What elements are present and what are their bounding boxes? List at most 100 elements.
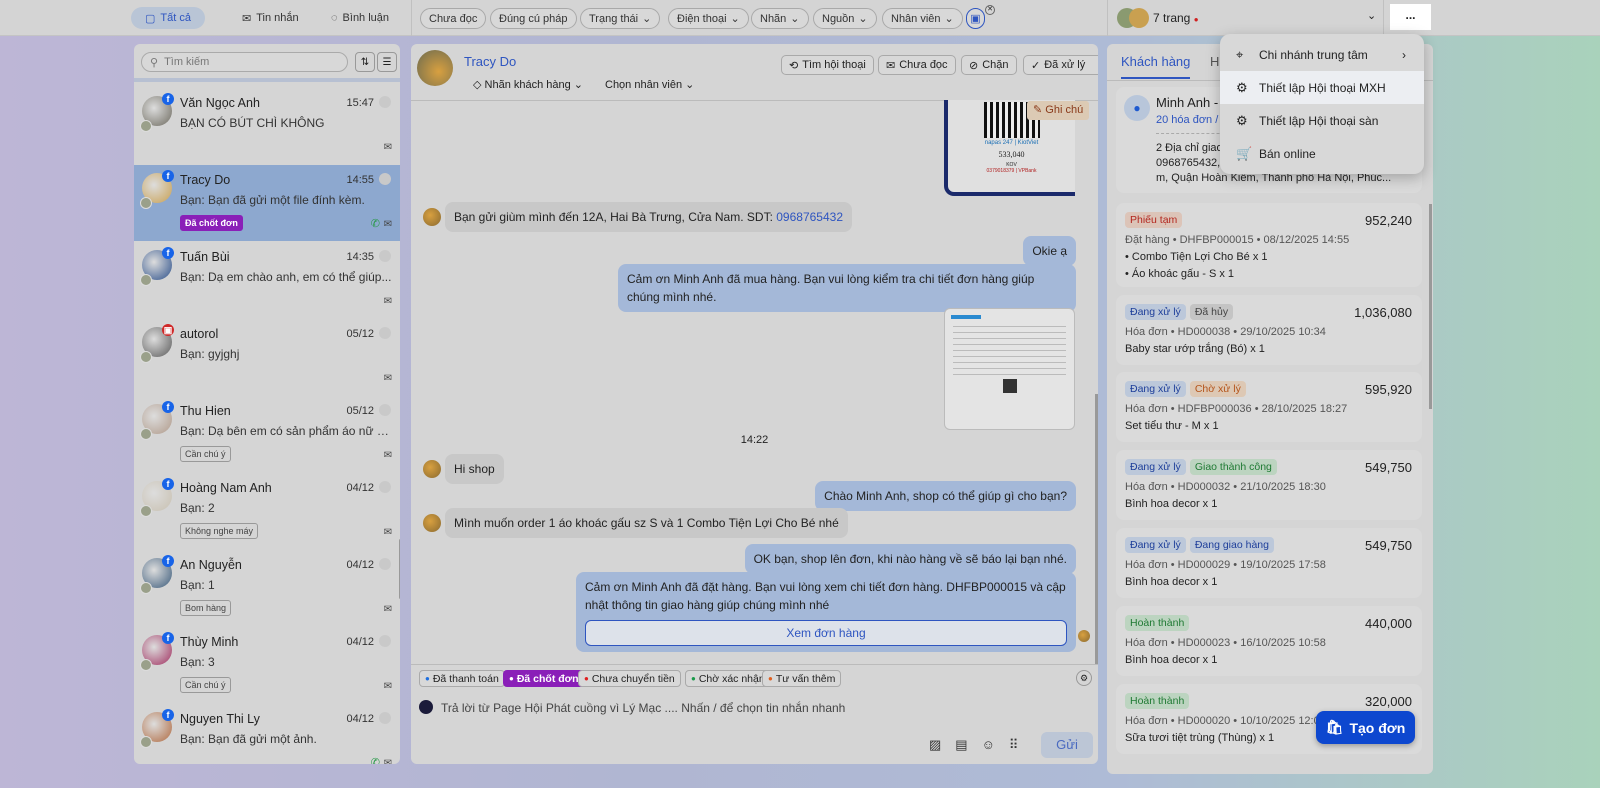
status-badge: Đang xử lý (1125, 537, 1186, 553)
filter-chip[interactable]: Nhân viên ⌄ (882, 8, 963, 29)
invoice-count[interactable]: 20 hóa đơn / (1156, 114, 1218, 126)
status-badge: Hoàn thành (1125, 693, 1190, 709)
search-input[interactable]: ⚲ Tìm kiếm (141, 52, 348, 72)
order-card[interactable]: Phiếu tạm 952,240 Đặt hàng • DHFBP000015 •… (1116, 203, 1422, 287)
view-order-button[interactable]: Xem đơn hàng (585, 620, 1067, 646)
quick-reply-icon[interactable]: ▤ (955, 737, 967, 753)
scrollbar[interactable] (399, 539, 400, 599)
message-preview: Bạn: Dạ bên em có sản phẩm áo nữ c... (180, 424, 392, 438)
tab-messages[interactable]: ✉ Tin nhắn (228, 7, 313, 29)
order-amount: 595,920 (1365, 382, 1412, 397)
block-button[interactable]: ⊘ Chặn (961, 55, 1017, 75)
menu-item[interactable]: ⚙ Thiết lập Hội thoại sàn (1220, 104, 1424, 137)
mark-unread-button[interactable]: ✉ Chưa đọc (878, 55, 956, 75)
scrollbar[interactable] (1429, 204, 1432, 409)
filter-chip[interactable]: Đúng cú pháp (490, 8, 577, 29)
quick-tag[interactable]: ● Chưa chuyển tiền (578, 670, 681, 687)
reply-input[interactable]: Trả lời từ Page Hội Phát cuồng vì Lý Mạc… (441, 701, 845, 715)
apps-grid-icon[interactable]: ⠿ (1009, 737, 1019, 753)
quick-tag-label: Đã chốt đơn (516, 672, 579, 685)
menu-item-label: Bán online (1259, 146, 1316, 161)
filter-chip[interactable]: Chưa đọc (420, 8, 487, 29)
filter-chip[interactable]: Điện thoại ⌄ (668, 8, 749, 29)
conversation-item[interactable]: f Nguyen Thi Ly 04/12 Bạn: Bạn đã gửi một ả… (134, 704, 400, 764)
message-preview: BẠN CÓ BÚT CHÌ KHÔNG (180, 116, 325, 130)
order-card[interactable]: Đang xử lý Chờ xử lý 595,920 Hóa đơn • HDFB… (1116, 372, 1422, 442)
chat-icon: ▢ (145, 12, 156, 25)
block-icon: ⊘ (969, 59, 979, 72)
pages-selector[interactable]: 7 trang ● (1153, 11, 1199, 25)
clear-filter-icon[interactable]: ✕ (985, 5, 995, 15)
filter-label: Nguồn (822, 12, 855, 25)
tab-all[interactable]: ▢ Tất cả (131, 7, 205, 29)
filter-list-button[interactable]: ☰ (377, 52, 397, 72)
conversation-item[interactable]: ▣ autorol 05/12 Bạn: gyjghj ✉ (134, 319, 400, 395)
create-order-button[interactable]: 🛍 Tạo đơn (1316, 711, 1415, 744)
unread-dot-icon: ● (1193, 15, 1199, 24)
page-avatar (140, 736, 152, 748)
tab-customer[interactable]: Khách hàng (1121, 54, 1191, 79)
mark-done-button[interactable]: ✓ Đã xử lý (1023, 55, 1098, 75)
staff-select[interactable]: Chọn nhân viên ⌄ (605, 78, 694, 91)
contact-name: autorol (180, 327, 219, 341)
order-card[interactable]: Đang xử lý Giao thành công 549,750 Hóa đơn … (1116, 450, 1422, 520)
conversation-item[interactable]: f An Nguyễn 04/12 Bạn: 1 Bom hàng ✉ (134, 550, 400, 626)
cart-icon: 🛒 (1236, 145, 1253, 161)
conversation-item[interactable]: f Tracy Do 14:55 Bạn: Bạn đã gửi một file đ… (134, 165, 400, 241)
page-avatar (140, 351, 152, 363)
customer-label-select[interactable]: ◇ Nhãn khách hàng ⌄ (473, 78, 583, 91)
contact-name[interactable]: Tracy Do (464, 54, 516, 69)
scrollbar[interactable] (1095, 394, 1098, 664)
contact-avatar (1078, 630, 1090, 642)
phone-link[interactable]: 0968765432 (776, 210, 843, 224)
send-button[interactable]: Gửi (1041, 732, 1093, 758)
emoji-icon[interactable]: ☺ (982, 737, 995, 753)
customer-name[interactable]: Minh Anh - (1156, 95, 1218, 110)
tab-comments[interactable]: ◌ Bình luận (317, 7, 403, 29)
assignee-avatar (379, 558, 391, 570)
date-filter-button[interactable]: ▣ (966, 8, 985, 29)
more-button[interactable]: ... (1390, 4, 1431, 30)
menu-item[interactable]: ⚙ Thiết lập Hội thoại MXH (1220, 71, 1424, 104)
conversation-item[interactable]: f Tuấn Bùi 14:35 Bạn: Dạ em chào anh, em có… (134, 242, 400, 318)
sort-button[interactable]: ⇅ (355, 52, 375, 72)
page-avatar (140, 659, 152, 671)
order-card[interactable]: Đang xử lý Đang giao hàng 549,750 Hóa đơn •… (1116, 528, 1422, 598)
label-tag: Đã chốt đơn (180, 215, 243, 231)
status-badge: Đang xử lý (1125, 459, 1186, 475)
mail-icon: ✉ (383, 142, 392, 153)
chevron-down-icon[interactable]: ⌄ (1367, 9, 1376, 22)
facebook-icon: f (162, 555, 174, 567)
filter-chip[interactable]: Nguồn ⌄ (813, 8, 877, 29)
order-card[interactable]: Đang xử lý Đã hủy 1,036,080 Hóa đơn • HD000… (1116, 295, 1422, 365)
settings-icon[interactable]: ⚙ (1076, 670, 1092, 686)
search-conversation-button[interactable]: ⟲ Tìm hội thoại (781, 55, 874, 75)
quick-tag[interactable]: ● Tư vấn thêm (762, 670, 842, 687)
quick-tag-label: Chờ xác nhận (698, 672, 765, 685)
order-card[interactable]: Hoàn thành 440,000 Hóa đơn • HD000023 • 16… (1116, 606, 1422, 676)
menu-item[interactable]: ⌖ Chi nhánh trung tâm › (1220, 38, 1424, 71)
conversation-item[interactable]: f Thùy Minh 04/12 Bạn: 3 Cần chú ý ✉ (134, 627, 400, 703)
order-amount: 549,750 (1365, 460, 1412, 475)
menu-item[interactable]: 🛒 Bán online (1220, 137, 1424, 170)
filter-chip[interactable]: Nhãn ⌄ (751, 8, 809, 29)
conversation-item[interactable]: f Văn Ngọc Anh 15:47 BẠN CÓ BÚT CHÌ KHÔNG ✉ (134, 88, 400, 164)
quick-tag[interactable]: ● Chờ xác nhận (685, 670, 771, 687)
calendar-icon: ▣ (970, 13, 981, 25)
filter-chip[interactable]: Trạng thái ⌄ (580, 8, 661, 29)
order-meta: Hóa đơn • HD000032 • 21/10/2025 18:30 (1125, 481, 1326, 493)
pages-avatars (1117, 8, 1151, 28)
image-icon[interactable]: ▨ (929, 737, 941, 753)
note-button[interactable]: ✎ Ghi chú (1027, 101, 1090, 120)
history-icon: ⟲ (789, 59, 799, 72)
conversation-item[interactable]: f Hoàng Nam Anh 04/12 Bạn: 2 Không nghe máy ✉ (134, 473, 400, 549)
facebook-icon: f (162, 247, 174, 259)
outgoing-message: Chào Minh Anh, shop có thể giúp gì cho b… (815, 481, 1076, 511)
quick-tag[interactable]: ● Đã chốt đơn (503, 670, 585, 687)
quick-tag[interactable]: ● Đã thanh toán (419, 670, 505, 687)
order-amount: 320,000 (1365, 694, 1412, 709)
conversation-item[interactable]: f Thu Hien 05/12 Bạn: Dạ bên em có sản phẩm… (134, 396, 400, 472)
tab-history[interactable]: H (1210, 54, 1219, 69)
order-meta: Hóa đơn • HD000023 • 16/10/2025 10:58 (1125, 637, 1326, 649)
invoice-image[interactable] (944, 308, 1075, 430)
